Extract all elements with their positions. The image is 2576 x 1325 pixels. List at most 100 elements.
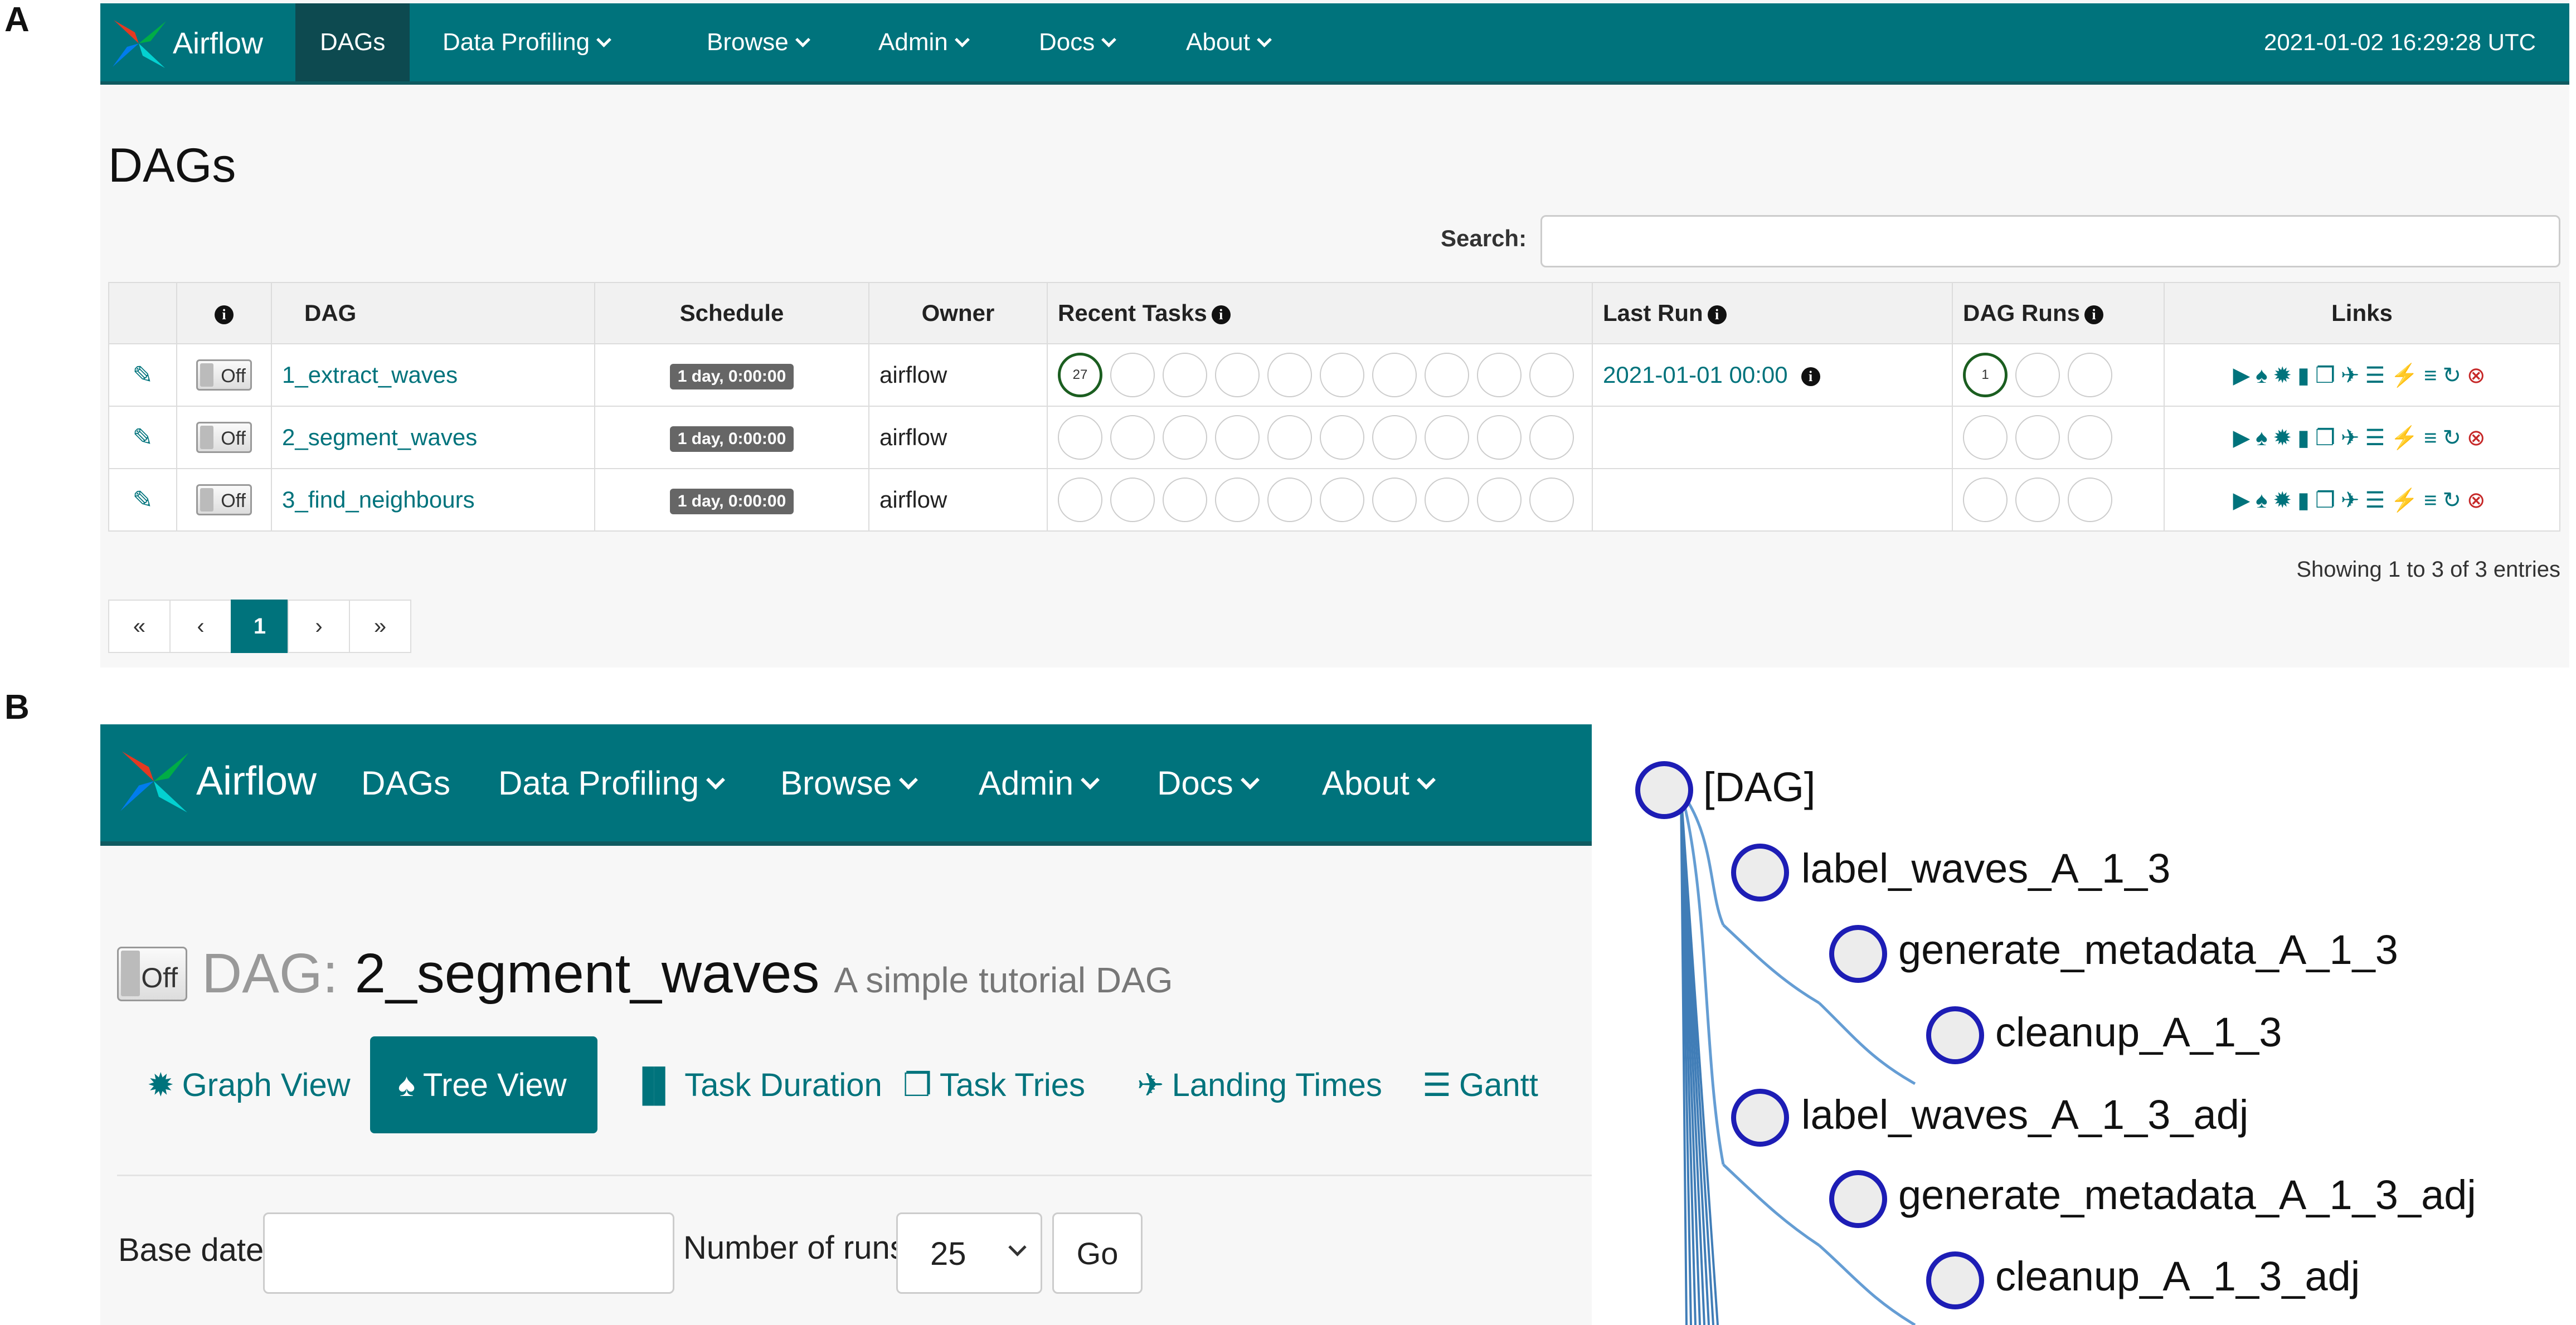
dag-pause-toggle[interactable]: Off [196, 422, 252, 453]
nav-browse[interactable]: Browse [756, 724, 940, 841]
task-state-circle[interactable] [1163, 353, 1207, 397]
task-duration-icon[interactable]: ▮ [2297, 426, 2315, 450]
edit-icon[interactable]: ✎ [133, 361, 153, 389]
logs-icon[interactable]: ≡ [2424, 363, 2442, 388]
gantt-icon[interactable]: ☰ [2365, 488, 2390, 513]
code-view-icon[interactable]: ⚡ [2390, 426, 2424, 450]
last-run-link[interactable]: 2021-01-01 00:00 [1603, 362, 1788, 388]
task-state-circle[interactable] [1215, 353, 1260, 397]
pager-last[interactable]: » [349, 600, 411, 653]
task-state-circle[interactable] [1267, 415, 1312, 460]
num-runs-select[interactable]: 25 [896, 1212, 1042, 1294]
tree-node-task[interactable] [1829, 925, 1887, 983]
nav-docs[interactable]: Docs [1133, 724, 1281, 841]
task-state-circle[interactable] [1529, 353, 1574, 397]
edit-icon[interactable]: ✎ [133, 423, 153, 452]
graph-view-icon[interactable]: ✹ [2273, 426, 2298, 450]
task-duration-icon[interactable]: ▮ [2297, 488, 2315, 513]
refresh-icon[interactable]: ↻ [2442, 426, 2467, 450]
dag-run-circle[interactable] [1963, 415, 2008, 460]
nav-admin[interactable]: Admin [954, 724, 1121, 841]
refresh-icon[interactable]: ↻ [2442, 363, 2467, 388]
trigger-dag-icon[interactable]: ▶ [2233, 426, 2256, 450]
dag-run-circle[interactable] [2068, 415, 2112, 460]
dag-run-circle[interactable] [2015, 478, 2060, 522]
code-view-icon[interactable]: ⚡ [2390, 488, 2424, 513]
task-state-circle[interactable] [1110, 353, 1155, 397]
task-state-circle[interactable] [1477, 478, 1522, 522]
task-state-circle[interactable] [1215, 415, 1260, 460]
dag-pause-toggle[interactable]: Off [117, 946, 187, 1001]
tree-view-icon[interactable]: ♠ [2256, 363, 2273, 388]
task-state-circle[interactable] [1529, 478, 1574, 522]
task-state-circle[interactable] [1372, 415, 1417, 460]
dag-run-circle[interactable] [2015, 415, 2060, 460]
pager-page-1[interactable]: 1 [231, 600, 289, 653]
pager-first[interactable]: « [108, 600, 171, 653]
refresh-icon[interactable]: ↻ [2442, 488, 2467, 513]
nav-dags[interactable]: DAGs [337, 724, 475, 841]
airflow-logo[interactable]: Airflow [108, 16, 263, 71]
pager-next[interactable]: › [288, 600, 350, 653]
tree-view-icon[interactable]: ♠ [2256, 488, 2273, 513]
task-state-circle[interactable] [1477, 353, 1522, 397]
task-tries-icon[interactable]: ❐ [2315, 488, 2341, 513]
dag-pause-toggle[interactable]: Off [196, 484, 252, 515]
task-state-circle[interactable] [1320, 415, 1364, 460]
graph-view-icon[interactable]: ✹ [2273, 363, 2298, 388]
task-state-circle[interactable] [1425, 415, 1469, 460]
info-icon[interactable]: i [1707, 305, 1727, 324]
task-tries-icon[interactable]: ❐ [2315, 426, 2341, 450]
landing-times-icon[interactable]: ✈ [2341, 488, 2365, 513]
task-state-circle[interactable] [1372, 478, 1417, 522]
header-schedule[interactable]: Schedule [594, 282, 869, 344]
gantt-icon[interactable]: ☰ [2365, 426, 2390, 450]
nav-data-profiling[interactable]: Data Profiling [474, 724, 747, 841]
task-state-circle[interactable] [1058, 478, 1102, 522]
task-state-circle[interactable] [1058, 415, 1102, 460]
task-state-circle[interactable] [1425, 353, 1469, 397]
task-state-circle[interactable] [1267, 478, 1312, 522]
task-state-circle[interactable] [1267, 353, 1312, 397]
dag-pause-toggle[interactable]: Off [196, 359, 252, 391]
task-state-circle[interactable] [1477, 415, 1522, 460]
dag-run-circle[interactable] [2068, 353, 2112, 397]
dag-link[interactable]: 1_extract_waves [282, 362, 458, 388]
info-icon[interactable]: i [1801, 367, 1820, 386]
graph-view-icon[interactable]: ✹ [2273, 488, 2298, 513]
tab-task-duration[interactable]: ▐▌ Task Duration [631, 1036, 882, 1133]
task-state-circle[interactable] [1163, 478, 1207, 522]
task-state-circle[interactable] [1320, 478, 1364, 522]
airflow-logo[interactable]: Airflow [115, 737, 317, 826]
tree-view-icon[interactable]: ♠ [2256, 426, 2273, 450]
task-state-circle[interactable] [1529, 415, 1574, 460]
dag-run-circle[interactable]: 1 [1963, 353, 2008, 397]
go-button[interactable]: Go [1052, 1212, 1143, 1294]
logs-icon[interactable]: ≡ [2424, 488, 2442, 513]
task-state-circle[interactable] [1215, 478, 1260, 522]
task-tries-icon[interactable]: ❐ [2315, 363, 2341, 388]
tree-node-task[interactable] [1731, 844, 1789, 902]
info-icon[interactable]: i [1211, 305, 1231, 324]
task-state-circle[interactable] [1425, 478, 1469, 522]
info-icon[interactable]: i [2084, 305, 2103, 324]
dag-run-circle[interactable] [2068, 478, 2112, 522]
landing-times-icon[interactable]: ✈ [2341, 363, 2365, 388]
nav-dags[interactable]: DAGs [295, 3, 410, 81]
nav-about[interactable]: About [1297, 724, 1457, 841]
delete-dag-icon[interactable]: ⊗ [2467, 426, 2491, 450]
code-view-icon[interactable]: ⚡ [2390, 363, 2424, 388]
tab-task-tries[interactable]: ❐ Task Tries [903, 1036, 1085, 1133]
task-state-circle[interactable]: 27 [1058, 353, 1102, 397]
header-dag[interactable]: DAG [271, 282, 595, 344]
tree-node-task[interactable] [1926, 1006, 1984, 1064]
logs-icon[interactable]: ≡ [2424, 426, 2442, 450]
tree-node-task[interactable] [1731, 1089, 1789, 1147]
edit-icon[interactable]: ✎ [133, 486, 153, 514]
task-state-circle[interactable] [1372, 353, 1417, 397]
info-icon[interactable]: i [215, 305, 234, 324]
header-owner[interactable]: Owner [868, 282, 1048, 344]
task-duration-icon[interactable]: ▮ [2297, 363, 2315, 388]
task-state-circle[interactable] [1110, 415, 1155, 460]
delete-dag-icon[interactable]: ⊗ [2467, 488, 2491, 513]
